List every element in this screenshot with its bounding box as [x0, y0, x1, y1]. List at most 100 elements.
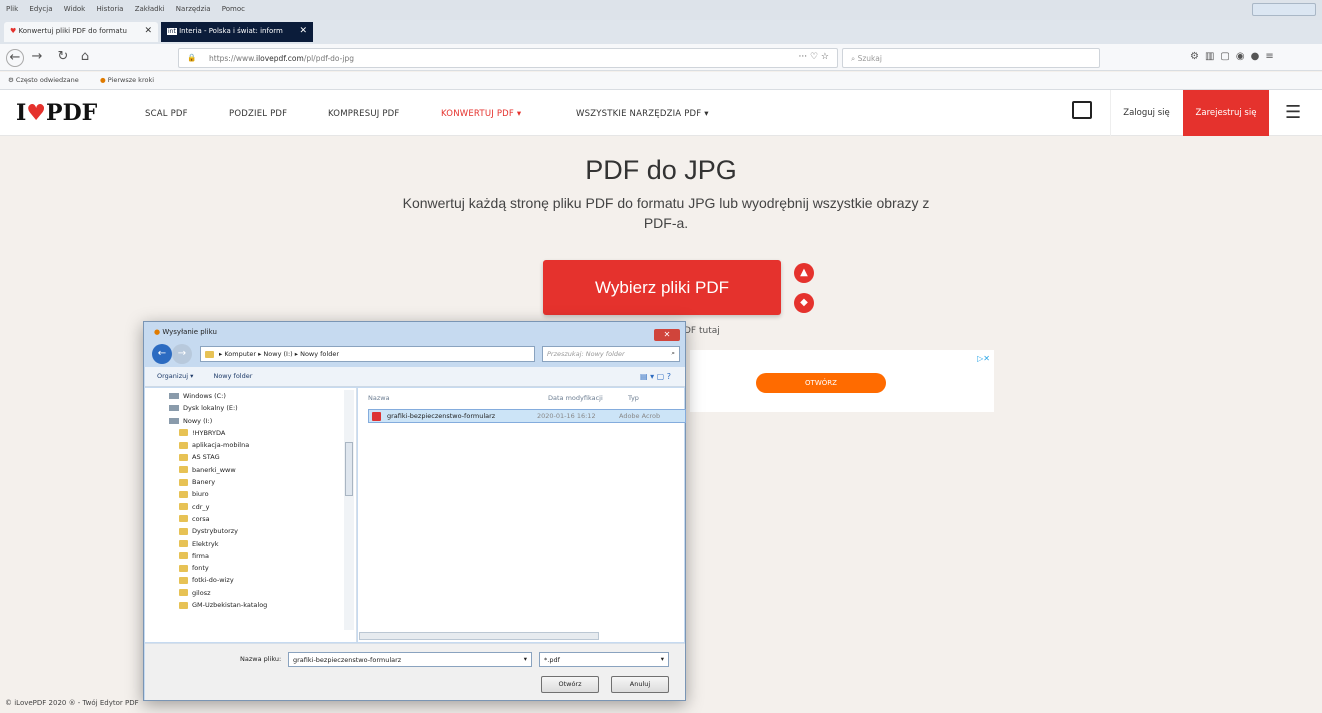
folder-icon: [179, 453, 188, 461]
folder-icon: [179, 540, 188, 548]
tree-item[interactable]: Banery: [169, 476, 356, 488]
forward-arrow-icon[interactable]: →: [172, 344, 192, 364]
tree-item-label: GM-Uzbekistan-katalog: [192, 601, 268, 610]
interia-favicon-icon: int: [167, 28, 177, 35]
organize-button[interactable]: Organizuj ▾: [157, 372, 193, 380]
search-input[interactable]: ⌕ Szukaj: [842, 48, 1100, 68]
tree-item[interactable]: cdr_y: [169, 501, 356, 513]
menu-bookmarks[interactable]: Zakładki: [135, 5, 165, 13]
folder-icon: [179, 429, 188, 437]
ad-banner[interactable]: OTWÓRZ ▷✕: [690, 350, 994, 412]
column-type[interactable]: Typ: [628, 394, 639, 402]
menu-view[interactable]: Widok: [64, 5, 86, 13]
tree-item[interactable]: Windows (C:): [169, 390, 356, 402]
tree-item-label: firma: [192, 551, 209, 560]
tree-item-label: fotki-do-wizy: [192, 576, 234, 585]
choose-pdf-button[interactable]: Wybierz pliki PDF: [543, 260, 781, 315]
menu-file[interactable]: Plik: [6, 5, 18, 13]
ilovepdf-logo[interactable]: I♥PDF: [16, 100, 97, 126]
dialog-search-input[interactable]: Przeszukaj: Nowy folder ⌕: [542, 346, 680, 362]
nav-compress-pdf[interactable]: KOMPRESUJ PDF: [328, 109, 400, 119]
close-tab-icon[interactable]: ✕: [299, 26, 307, 36]
tree-item[interactable]: Elektryk: [169, 538, 356, 550]
open-button[interactable]: Otwórz: [541, 676, 599, 693]
back-arrow-icon[interactable]: ←: [6, 49, 24, 67]
filename-input[interactable]: grafiki-bezpieczenstwo-formularz ▾: [288, 652, 532, 667]
filetype-select[interactable]: *.pdf ▾: [539, 652, 669, 667]
nav-merge-pdf[interactable]: SCAL PDF: [145, 109, 188, 119]
tree-item[interactable]: fonty: [169, 562, 356, 574]
menu-tools[interactable]: Narzędzia: [176, 5, 211, 13]
tree-item[interactable]: Dystrybutorzy: [169, 525, 356, 537]
register-button[interactable]: Zarejestruj się: [1183, 90, 1269, 136]
window-controls[interactable]: [1252, 3, 1316, 16]
home-icon[interactable]: ⌂: [76, 49, 94, 67]
close-tab-icon[interactable]: ✕: [144, 26, 152, 36]
folder-icon: [179, 441, 188, 449]
chevron-down-icon[interactable]: ▾: [524, 655, 527, 663]
url-path: /pl/pdf-do-jpg: [303, 54, 354, 63]
tree-item-label: Windows (C:): [183, 392, 226, 400]
address-path[interactable]: ▸ Komputer ▸ Nowy (I:) ▸ Nowy folder: [200, 346, 535, 362]
tab-ilovepdf[interactable]: ♥ Konwertuj pliki PDF do formatu ✕: [4, 22, 158, 42]
menu-history[interactable]: Historia: [96, 5, 123, 13]
file-list-scrollbar[interactable]: [359, 632, 599, 640]
tree-scrollbar[interactable]: [344, 390, 354, 630]
ad-close-icon[interactable]: ▷✕: [977, 354, 990, 363]
file-list: Nazwa Data modyfikacji Typ grafiki-bezpi…: [358, 388, 686, 642]
tree-item[interactable]: AS STAG: [169, 451, 356, 463]
tree-item[interactable]: !HYBRYDA: [169, 427, 356, 439]
url-bar[interactable]: https://www.ilovepdf.com/pl/pdf-do-jpg 🔒…: [178, 48, 838, 68]
file-row[interactable]: grafiki-bezpieczenstwo-formularz 2020-01…: [368, 409, 686, 423]
column-date[interactable]: Data modyfikacji: [548, 394, 603, 402]
tree-item-label: corsa: [192, 514, 210, 523]
file-upload-dialog: ● Wysyłanie pliku ✕ ← → ▸ Komputer ▸ Now…: [143, 321, 686, 701]
tree-item[interactable]: gilosz: [169, 587, 356, 599]
bookmarks-bar: ⚙ Często odwiedzane ● Pierwsze kroki: [0, 72, 1322, 90]
tab-interia[interactable]: int Interia - Polska i świat: inform ✕: [161, 22, 313, 42]
cancel-button[interactable]: Anuluj: [611, 676, 669, 693]
page-actions-icon[interactable]: ··· ♡ ☆: [799, 52, 829, 62]
logo-text-i: I: [16, 100, 27, 126]
desktop-download-icon[interactable]: [1072, 101, 1092, 119]
back-arrow-icon[interactable]: ←: [152, 344, 172, 364]
hamburger-menu-icon[interactable]: ☰: [1285, 102, 1301, 123]
tree-item[interactable]: banerki_www: [169, 464, 356, 476]
tree-item[interactable]: biuro: [169, 488, 356, 500]
bookmark-first-steps[interactable]: ● Pierwsze kroki: [100, 76, 154, 84]
close-icon[interactable]: ✕: [654, 329, 680, 341]
tree-item[interactable]: Nowy (I:): [169, 415, 356, 427]
filetype-value: *.pdf: [544, 656, 560, 664]
column-name[interactable]: Nazwa: [368, 394, 390, 402]
forward-arrow-icon[interactable]: →: [28, 49, 46, 67]
toolbar-icons[interactable]: ⚙▥▢◉●≡: [1190, 51, 1280, 62]
reload-icon[interactable]: ↻: [54, 49, 72, 67]
google-drive-icon[interactable]: ▲: [794, 263, 814, 283]
dialog-title: ● Wysyłanie pliku: [154, 328, 217, 336]
filename-label: Nazwa pliku:: [240, 655, 282, 663]
nav-all-tools[interactable]: WSZYSTKIE NARZĘDZIA PDF ▾: [576, 109, 709, 119]
tree-item[interactable]: corsa: [169, 513, 356, 525]
dialog-toolbar: Organizuj ▾ Nowy folder ▤ ▾ ▢ ?: [145, 367, 685, 387]
tree-item-label: cdr_y: [192, 502, 210, 511]
menu-help[interactable]: Pomoc: [222, 5, 245, 13]
tree-scrollbar-thumb[interactable]: [345, 442, 353, 496]
tree-item[interactable]: Dysk lokalny (E:): [169, 402, 356, 414]
menu-edit[interactable]: Edycja: [29, 5, 52, 13]
chevron-down-icon[interactable]: ▾: [661, 655, 664, 663]
bookmark-frequent[interactable]: ⚙ Często odwiedzane: [8, 76, 79, 84]
tree-item[interactable]: GM-Uzbekistan-katalog: [169, 599, 356, 611]
dropbox-icon[interactable]: ◆: [794, 293, 814, 313]
ad-open-button[interactable]: OTWÓRZ: [756, 373, 886, 393]
tree-item[interactable]: aplikacja-mobilna: [169, 439, 356, 451]
view-options-icon[interactable]: ▤ ▾ ▢ ?: [640, 372, 671, 381]
nav-convert-pdf[interactable]: KONWERTUJ PDF ▾: [441, 109, 521, 119]
url-prefix: https://www.: [209, 54, 256, 63]
login-link[interactable]: Zaloguj się: [1110, 90, 1182, 136]
new-folder-button[interactable]: Nowy folder: [213, 372, 252, 380]
nav-split-pdf[interactable]: PODZIEL PDF: [229, 109, 287, 119]
tree-item[interactable]: fotki-do-wizy: [169, 574, 356, 586]
tree-item-label: Elektryk: [192, 539, 219, 548]
bookmark-label: Często odwiedzane: [15, 76, 79, 84]
tree-item[interactable]: firma: [169, 550, 356, 562]
